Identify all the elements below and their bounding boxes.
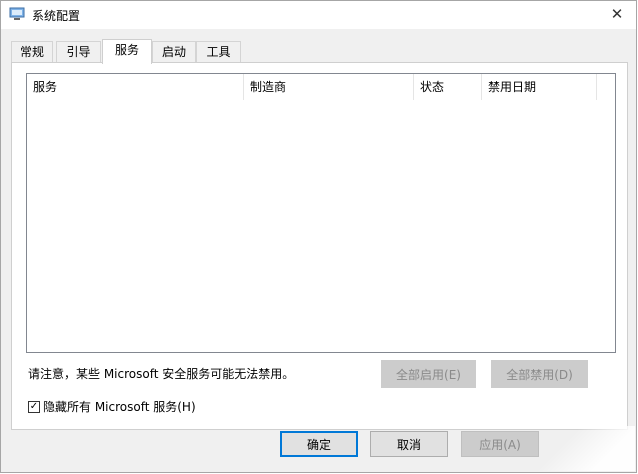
system-config-window: 系统配置 ✕ 常规 引导 服务 启动 工具 服务 制造商 状态 禁用日期 请注意… xyxy=(0,0,637,473)
tab-boot[interactable]: 引导 xyxy=(56,41,101,63)
list-header: 服务 制造商 状态 禁用日期 xyxy=(27,74,615,100)
title-bar[interactable]: 系统配置 ✕ xyxy=(1,1,636,29)
window-title: 系统配置 xyxy=(32,9,81,23)
disable-all-button[interactable]: 全部禁用(D) xyxy=(491,360,588,388)
tab-tools[interactable]: 工具 xyxy=(196,41,241,63)
column-header-service[interactable]: 服务 xyxy=(27,74,244,100)
services-tab-panel: 服务 制造商 状态 禁用日期 请注意，某些 Microsoft 安全服务可能无法… xyxy=(11,62,628,430)
column-header-status[interactable]: 状态 xyxy=(414,74,482,100)
hide-ms-services-checkbox[interactable]: ✓ xyxy=(28,400,40,413)
apply-button[interactable]: 应用(A) xyxy=(461,431,539,457)
check-icon: ✓ xyxy=(29,400,39,412)
cancel-button[interactable]: 取消 xyxy=(370,431,448,457)
enable-all-button[interactable]: 全部启用(E) xyxy=(381,360,476,388)
hide-ms-services-label: 隐藏所有 Microsoft 服务(H) xyxy=(43,400,196,414)
tab-services[interactable]: 服务 xyxy=(102,39,152,64)
close-icon[interactable]: ✕ xyxy=(604,3,630,25)
ok-button[interactable]: 确定 xyxy=(280,431,358,457)
services-list[interactable]: 服务 制造商 状态 禁用日期 xyxy=(26,73,616,353)
column-header-manufacturer[interactable]: 制造商 xyxy=(244,74,414,100)
column-header-date-disabled[interactable]: 禁用日期 xyxy=(482,74,597,100)
msconfig-icon xyxy=(9,7,25,21)
hide-ms-services-option[interactable]: ✓ 隐藏所有 Microsoft 服务(H) xyxy=(28,398,196,415)
tab-startup[interactable]: 启动 xyxy=(152,41,196,63)
security-services-notice: 请注意，某些 Microsoft 安全服务可能无法禁用。 xyxy=(28,367,295,381)
tab-general[interactable]: 常规 xyxy=(11,41,53,63)
